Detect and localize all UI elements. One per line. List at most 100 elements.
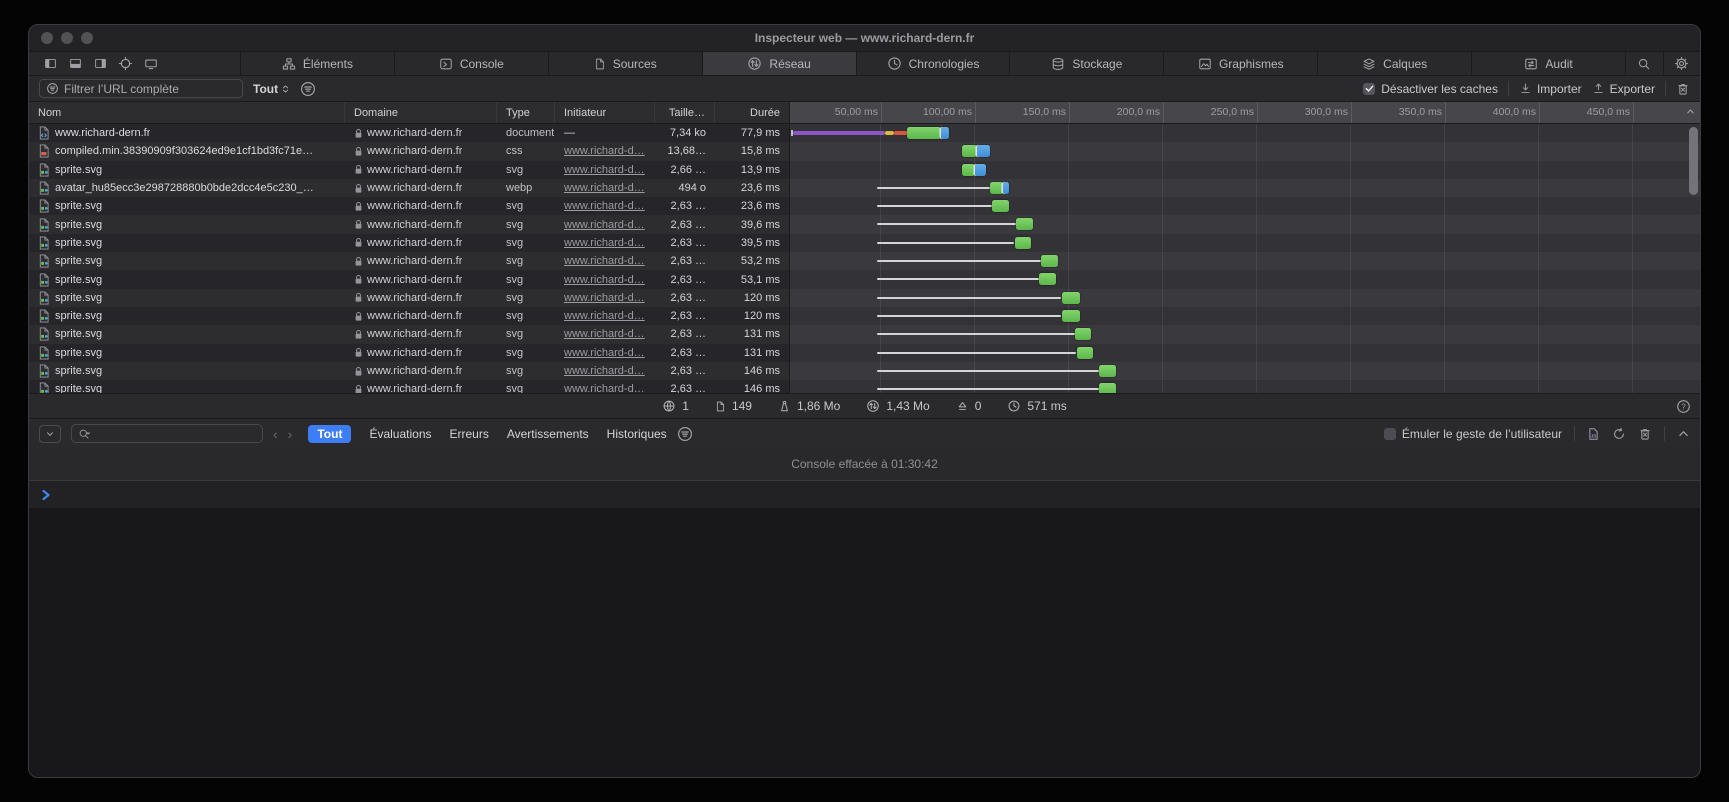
clear-network-items-button[interactable] [1676,82,1690,96]
dock-left-icon[interactable] [43,57,58,70]
waterfall-cell [789,380,1700,393]
initiator-link[interactable]: www.richard-d… [564,310,645,322]
resource-duration: 23,6 ms [741,200,780,212]
resource-name: www.richard-dern.fr [55,127,150,139]
tab-audit[interactable]: Audit [1472,52,1626,75]
device-icon[interactable] [143,57,159,71]
url-filter-input[interactable]: Filtrer l’URL complète [39,79,243,98]
network-request-row[interactable]: sprite.svgwww.richard-dern.frsvgwww.rich… [29,307,1700,325]
console-scope-tout[interactable]: Tout [308,425,351,443]
column-header-name[interactable]: Nom [29,102,345,123]
emulate-user-gesture-checkbox[interactable]: Émuler le geste de l’utilisateur [1384,427,1562,441]
disable-caches-checkbox[interactable]: Désactiver les caches [1363,82,1498,96]
response-bar-green [1099,365,1116,377]
network-request-row[interactable]: sprite.svgwww.richard-dern.frsvgwww.rich… [29,197,1700,215]
ruler-tick-label: 200,0 ms [1088,106,1160,118]
export-button[interactable]: Exporter [1592,82,1655,96]
import-button[interactable]: Importer [1519,82,1582,96]
resource-type: svg [506,383,523,393]
search-button[interactable] [1626,52,1664,75]
inspect-element-icon[interactable] [118,56,133,71]
tab-console[interactable]: Console [395,52,549,75]
column-header-domain[interactable]: Domaine [345,102,497,123]
web-inspector-window: Inspecteur web — www.richard-dern.fr Élé… [28,24,1701,778]
initiator-link[interactable]: www.richard-d… [564,347,645,359]
next-result-button[interactable]: › [288,426,293,442]
console-tab-picker-button[interactable] [39,425,61,443]
clear-console-button[interactable] [1638,427,1652,441]
resource-type-select[interactable]: Tout [253,82,290,96]
reload-icon[interactable] [1612,427,1626,441]
console-filter-button[interactable] [677,426,693,442]
initiator-link[interactable]: www.richard-d… [564,383,645,393]
column-header-duration[interactable]: Durée [715,102,789,123]
initiator-cell: www.richard-d… [555,161,655,179]
resource-duration: 39,5 ms [741,237,780,249]
tab-calques[interactable]: Calques [1318,52,1472,75]
expand-console-icon[interactable] [1677,427,1690,440]
column-header-size[interactable]: Taille… [655,102,715,123]
console-scope-historiques[interactable]: Historiques [607,427,667,441]
network-request-row[interactable]: compiled.min.38390909f303624ed9e1cf1bd3f… [29,142,1700,160]
network-request-row[interactable]: sprite.svgwww.richard-dern.frsvgwww.rich… [29,161,1700,179]
initiator-link[interactable]: www.richard-d… [564,292,645,304]
network-request-row[interactable]: sprite.svgwww.richard-dern.frsvgwww.rich… [29,270,1700,288]
network-request-row[interactable]: sprite.svgwww.richard-dern.frsvgwww.rich… [29,362,1700,380]
network-request-row[interactable]: avatar_hu85ecc3e298728880b0bde2dcc4e5c23… [29,179,1700,197]
network-request-row[interactable]: sprite.svgwww.richard-dern.frsvgwww.rich… [29,252,1700,270]
resource-size: 2,63 … [671,200,706,212]
initiator-link[interactable]: www.richard-d… [564,219,645,231]
column-header-initiator[interactable]: Initiateur [555,102,655,123]
dock-bottom-icon[interactable] [68,57,83,70]
console-search-field[interactable] [71,424,263,443]
console-prompt[interactable] [29,481,1700,508]
tab-reseau[interactable]: Réseau [703,52,857,75]
waterfall-cell [789,234,1700,252]
network-request-row[interactable]: sprite.svgwww.richard-dern.frsvgwww.rich… [29,380,1700,393]
tab-chronologies[interactable]: Chronologies [857,52,1011,75]
console-search-input[interactable] [94,427,256,441]
initiator-link[interactable]: www.richard-d… [564,328,645,340]
tab-sources[interactable]: Sources [549,52,703,75]
network-request-row[interactable]: sprite.svgwww.richard-dern.frsvgwww.rich… [29,289,1700,307]
initiator-link[interactable]: www.richard-d… [564,365,645,377]
tab-stockage[interactable]: Stockage [1010,52,1164,75]
settings-button[interactable] [1664,52,1701,75]
tab-label: Audit [1545,57,1572,71]
download-icon [1519,82,1532,95]
vertical-scrollbar[interactable] [1689,127,1698,195]
filter-options-button[interactable] [300,81,316,97]
console-cleared-message: Console effacée à 01:30:42 [29,448,1700,481]
initiator-link[interactable]: www.richard-d… [564,145,645,157]
resource-size: 2,63 … [671,237,706,249]
resource-duration: 131 ms [744,328,780,340]
initiator-link[interactable]: www.richard-d… [564,164,645,176]
initiator-link[interactable]: www.richard-d… [564,182,645,194]
type-cell: svg [497,344,555,362]
network-request-row[interactable]: sprite.svgwww.richard-dern.frsvgwww.rich… [29,234,1700,252]
tab-graphismes[interactable]: Graphismes [1164,52,1318,75]
scroll-up-icon[interactable] [1685,106,1696,117]
initiator-link[interactable]: www.richard-d… [564,237,645,249]
initiator-link[interactable]: www.richard-d… [564,274,645,286]
dock-right-icon[interactable] [93,57,108,70]
network-request-row[interactable]: sprite.svgwww.richard-dern.frsvgwww.rich… [29,325,1700,343]
console-scope-erreurs[interactable]: Erreurs [450,427,489,441]
console-scope-avertissements[interactable]: Avertissements [507,427,589,441]
waterfall-ruler: 50,00 ms100,00 ms150,0 ms200,0 ms250,0 m… [789,102,1700,123]
tab-elements[interactable]: Éléments [241,52,395,75]
initiator-link[interactable]: www.richard-d… [564,255,645,267]
initiator-link[interactable]: www.richard-d… [564,200,645,212]
network-request-row[interactable]: www.richard-dern.frwww.richard-dern.frdo… [29,124,1700,142]
size-cell: 2,63 … [655,307,715,325]
inspector-tab-bar: ÉlémentsConsoleSourcesRéseauChronologies… [29,51,1700,76]
column-header-type[interactable]: Type [497,102,555,123]
resource-size: 2,63 … [671,292,706,304]
network-request-row[interactable]: sprite.svgwww.richard-dern.frsvgwww.rich… [29,344,1700,362]
console-scope-evaluations[interactable]: Évaluations [369,427,431,441]
run-javascript-icon[interactable]: JS [1587,427,1600,441]
previous-result-button[interactable]: ‹ [273,426,278,442]
network-request-row[interactable]: sprite.svgwww.richard-dern.frsvgwww.rich… [29,215,1700,233]
elements-icon [282,57,296,71]
help-icon[interactable]: ? [1676,399,1691,414]
